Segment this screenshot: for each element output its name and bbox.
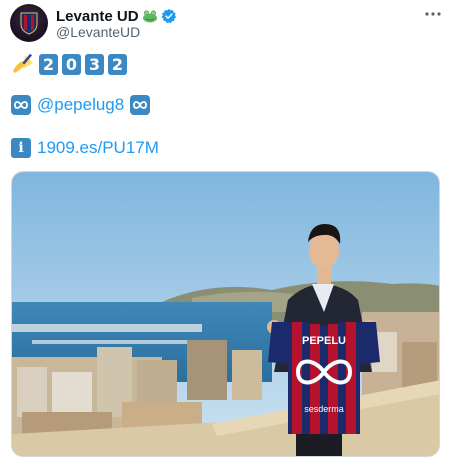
- player-presentation-photo: PEPELU sesderma: [12, 172, 439, 456]
- infinity-icon: [11, 95, 31, 115]
- information-icon: i: [11, 138, 31, 158]
- more-options-icon[interactable]: [422, 6, 444, 22]
- shirt-sponsor-text: sesderma: [304, 404, 344, 414]
- verified-badge-icon: [161, 9, 176, 24]
- profile-avatar[interactable]: [10, 4, 48, 42]
- external-link[interactable]: 1909.es/PU17M: [37, 138, 159, 158]
- shirt-name-text: PEPELU: [302, 335, 346, 347]
- tweet-media-photo[interactable]: PEPELU sesderma: [11, 171, 440, 457]
- tweet-text-line-mention: @pepelug8: [11, 95, 151, 115]
- author-display-name[interactable]: Levante UD: [56, 8, 139, 25]
- author-name-row: Levante UD: [56, 7, 177, 25]
- mention-link[interactable]: @pepelug8: [37, 95, 124, 115]
- infinity-icon: [130, 95, 151, 115]
- tweet-card[interactable]: Levante UD @LevanteUD 2 0 3 2 @pepelug8 …: [0, 0, 450, 465]
- writing-hand-icon: [13, 53, 33, 73]
- levante-crest-icon: [20, 12, 38, 35]
- tweet-text-line-link: i 1909.es/PU17M: [11, 138, 159, 158]
- author-handle[interactable]: @LevanteUD: [56, 24, 140, 40]
- keycap-digit: 3: [85, 53, 104, 75]
- frog-emoji-icon: [142, 10, 157, 23]
- keycap-digit: 2: [108, 53, 127, 75]
- tweet-text-line-date: 2 0 3 2: [11, 53, 127, 75]
- keycap-digit: 2: [39, 53, 58, 75]
- keycap-digit: 0: [62, 53, 81, 75]
